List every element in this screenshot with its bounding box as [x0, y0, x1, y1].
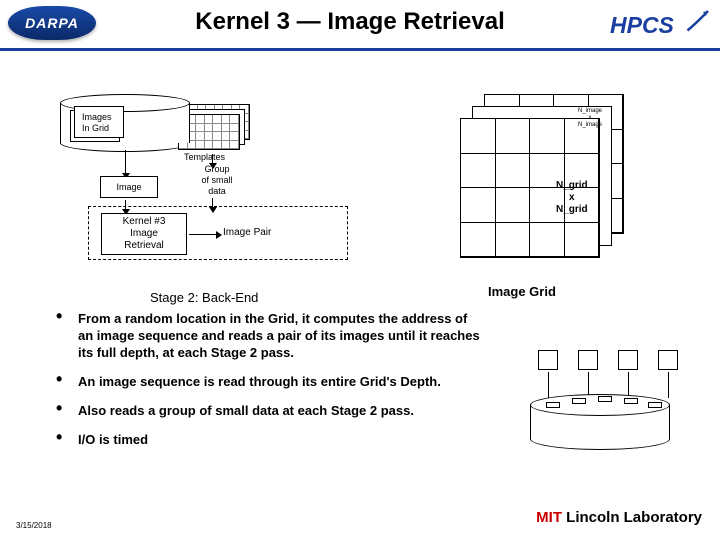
footer-lab-mit: MIT [536, 509, 562, 526]
stage-2-label: Stage 2: Back-End [150, 290, 258, 305]
image-grid-caption: Image Grid [488, 284, 556, 299]
list-item: From a random location in the Grid, it c… [56, 310, 486, 361]
grid-dim-label: N_grid x N_grid [556, 180, 588, 216]
list-item: Also reads a group of small data at each… [56, 402, 486, 419]
footer-date: 3/15/2018 [16, 521, 52, 530]
slide: DARPA Kernel 3 — Image Retrieval HPCS Im… [0, 0, 720, 540]
hpcs-logo-text: HPCS [610, 12, 675, 38]
templates-stack: Templates [178, 104, 260, 154]
darpa-logo: DARPA [8, 6, 96, 40]
darpa-logo-text: DARPA [25, 15, 79, 31]
header-rule [0, 48, 720, 51]
grid-depth-diagram [510, 350, 690, 470]
arrow-icon [125, 150, 126, 174]
image-pair-label: Image Pair [223, 227, 271, 238]
slide-header: DARPA Kernel 3 — Image Retrieval HPCS [0, 0, 720, 58]
kernel-3-box: Kernel #3 Image Retrieval [101, 213, 187, 255]
footer-lab: MIT Lincoln Laboratory [536, 509, 702, 526]
footer-lab-rest: Lincoln Laboratory [562, 509, 702, 526]
arrow-icon [212, 154, 213, 164]
hpcs-logo: HPCS [610, 8, 710, 44]
line-icon [548, 372, 549, 398]
image-box: Image [100, 176, 158, 198]
arrow-icon [189, 234, 217, 235]
list-item: An image sequence is read through its en… [56, 373, 486, 390]
kernel-stage-box: Kernel #3 Image Retrieval Image Pair [88, 206, 348, 260]
templates-label: Templates [184, 152, 225, 162]
bullet-list: From a random location in the Grid, it c… [56, 310, 486, 460]
images-in-grid-cylinder: Images In Grid [60, 94, 190, 150]
image-grid-stack: N_image x N_image N_grid x N_grid [460, 94, 630, 264]
diagram-area: Images In Grid Templates Image Group of … [60, 90, 660, 290]
slide-title: Kernel 3 — Image Retrieval [120, 8, 580, 36]
small-data-label: Group of small data [192, 164, 242, 197]
cylinder-label: Images In Grid [82, 112, 112, 134]
list-item: I/O is timed [56, 431, 486, 448]
grid-cell-dim-label: N_image x N_image [578, 108, 602, 129]
line-icon [668, 372, 669, 398]
